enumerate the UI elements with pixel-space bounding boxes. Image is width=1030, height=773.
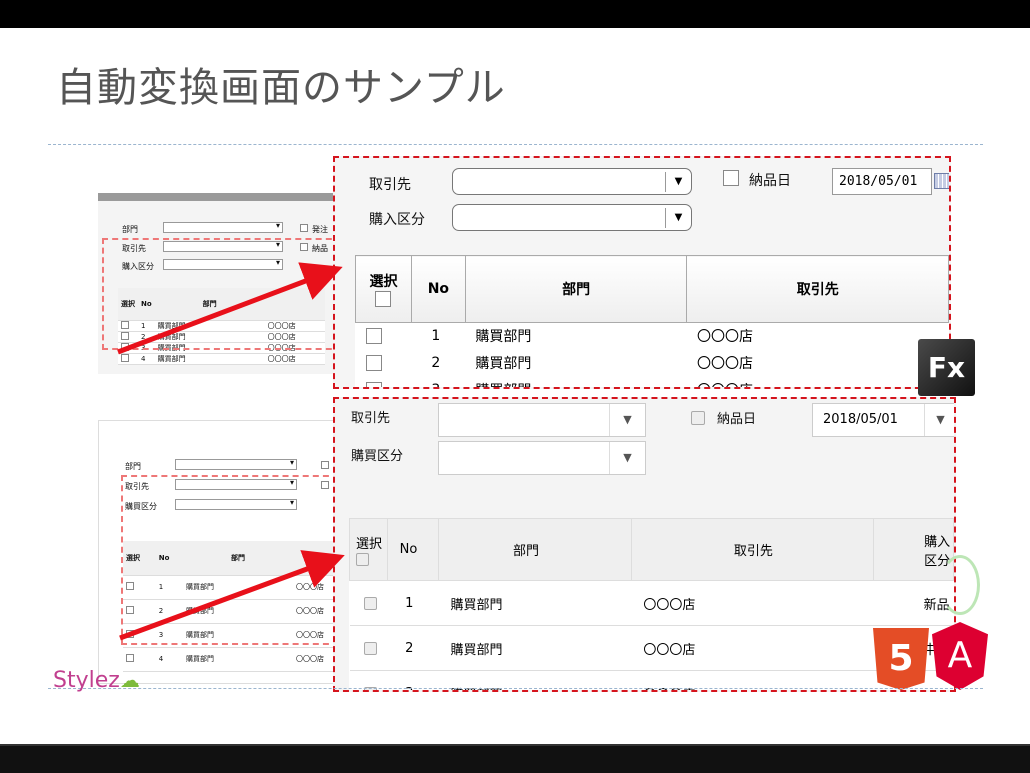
fx-col-supplier: 取引先 bbox=[686, 255, 949, 323]
h5-supplier-select[interactable]: ▼ bbox=[438, 403, 646, 437]
title-divider bbox=[48, 144, 983, 145]
thumb2-dept-select[interactable] bbox=[175, 458, 297, 470]
slide-title: 自動変換画面のサンプル bbox=[56, 65, 506, 111]
row-checkbox[interactable] bbox=[363, 596, 377, 610]
decorative-arc bbox=[940, 555, 980, 615]
h5-purchase-type-label: 購買区分 bbox=[351, 449, 404, 464]
bottom-bar bbox=[0, 744, 1030, 773]
fx-delivery-date-input[interactable]: 2018/05/01 bbox=[832, 168, 932, 195]
thumbnail-flex: 部門 発注 取引先 納品 購入区分 選択 No 部門 1購買部門〇〇〇店 2購買… bbox=[98, 193, 338, 374]
table-row[interactable]: 2 購買部門 〇〇〇店中 bbox=[349, 625, 954, 671]
fx-supplier-select[interactable]: ▼ bbox=[452, 168, 692, 195]
flex-zoom-panel: 取引先 ▼ 納品日 2018/05/01 購入区分 ▼ 選択 No 部門 取引先… bbox=[333, 156, 951, 389]
calendar-icon[interactable] bbox=[934, 173, 949, 189]
fx-table: 選択 No 部門 取引先 1購買部門〇〇〇店 2購買部門〇〇〇店 3購買部門〇〇… bbox=[355, 255, 949, 387]
thumb-header-band bbox=[98, 193, 338, 201]
html5-logo-icon: 5 bbox=[873, 628, 929, 690]
fx-col-select: 選択 bbox=[355, 255, 412, 323]
chevron-down-icon: ▼ bbox=[609, 442, 645, 474]
fx-delivery-checkbox[interactable] bbox=[723, 170, 739, 186]
table-row[interactable]: 3購買部門〇〇〇店 bbox=[356, 377, 949, 387]
h5-col-supplier: 取引先 bbox=[630, 518, 875, 581]
thumb2-checkbox[interactable] bbox=[321, 461, 329, 469]
fx-supplier-label: 取引先 bbox=[369, 177, 411, 193]
h5-supplier-label: 取引先 bbox=[351, 411, 391, 426]
select-all-checkbox[interactable] bbox=[375, 291, 392, 307]
table-row[interactable]: 4 購買部門 〇〇〇店 bbox=[118, 353, 325, 365]
h5-table: 選択 No 部門 取引先 購入区分 1 購買部門 〇〇〇店 新品 2 購買部門 〇〇〇店中… bbox=[349, 518, 954, 690]
thumb2-dept-label: 部門 bbox=[125, 462, 141, 471]
fx-purchase-type-label: 購入区分 bbox=[369, 212, 425, 228]
thumb-order-checkbox[interactable] bbox=[300, 224, 308, 232]
h5-col-dept: 部門 bbox=[438, 518, 632, 581]
table-row[interactable]: 4 購買部門 〇〇〇店 bbox=[123, 647, 337, 672]
h5-col-no: No bbox=[386, 518, 440, 581]
row-checkbox[interactable] bbox=[363, 641, 377, 655]
h5-delivery-checkbox[interactable] bbox=[691, 411, 705, 425]
select-all-checkbox[interactable] bbox=[356, 552, 369, 566]
thumb-order-label: 発注 bbox=[312, 225, 328, 234]
row-checkbox[interactable] bbox=[365, 328, 382, 345]
chevron-down-icon: ▼ bbox=[609, 404, 645, 436]
html5-zoom-panel: 取引先 ▼ 納品日 2018/05/01 ▼ 購買区分 ▼ 選択 No 部門 取引… bbox=[333, 397, 956, 692]
fx-delivery-date-label: 納品日 bbox=[749, 173, 791, 189]
thumb-dept-select[interactable] bbox=[163, 221, 283, 233]
thumb2-highlight-region bbox=[121, 475, 337, 645]
thumb-dept-label: 部門 bbox=[122, 225, 138, 234]
fx-col-dept: 部門 bbox=[464, 255, 688, 323]
h5-col-select: 選択 bbox=[349, 518, 388, 581]
cloud-icon: ☁ bbox=[119, 668, 140, 692]
stylez-logo: Stylez☁ bbox=[53, 668, 140, 693]
table-row[interactable]: 1 購買部門 〇〇〇店 新品 bbox=[349, 580, 954, 626]
footer-divider bbox=[48, 688, 983, 689]
row-checkbox[interactable] bbox=[365, 382, 382, 387]
row-checkbox[interactable] bbox=[365, 355, 382, 371]
fx-col-no: No bbox=[410, 255, 466, 323]
table-row[interactable]: 1 購買部門 〇〇〇店 bbox=[356, 323, 949, 350]
thumb-highlight-region bbox=[102, 238, 338, 350]
slide: 自動変換画面のサンプル 部門 発注 取引先 納品 購入区分 選択 No 部門 1… bbox=[0, 28, 1030, 744]
thumbnail-html5: 部門 取引先 購買区分 選択 No 部門 1購買部門〇〇〇店 2購買部門〇〇〇店… bbox=[98, 420, 338, 684]
table-row[interactable]: 2 購買部門 〇〇〇店 bbox=[356, 350, 949, 377]
chevron-down-icon: ▼ bbox=[924, 404, 954, 436]
h5-delivery-date-label: 納品日 bbox=[717, 412, 757, 427]
chevron-down-icon: ▼ bbox=[665, 172, 691, 192]
h5-delivery-date-input[interactable]: 2018/05/01 ▼ bbox=[812, 403, 954, 437]
fx-purchase-type-select[interactable]: ▼ bbox=[452, 204, 692, 231]
flex-logo-icon: Fx bbox=[918, 339, 975, 396]
chevron-down-icon: ▼ bbox=[665, 208, 691, 228]
h5-purchase-type-select[interactable]: ▼ bbox=[438, 441, 646, 475]
